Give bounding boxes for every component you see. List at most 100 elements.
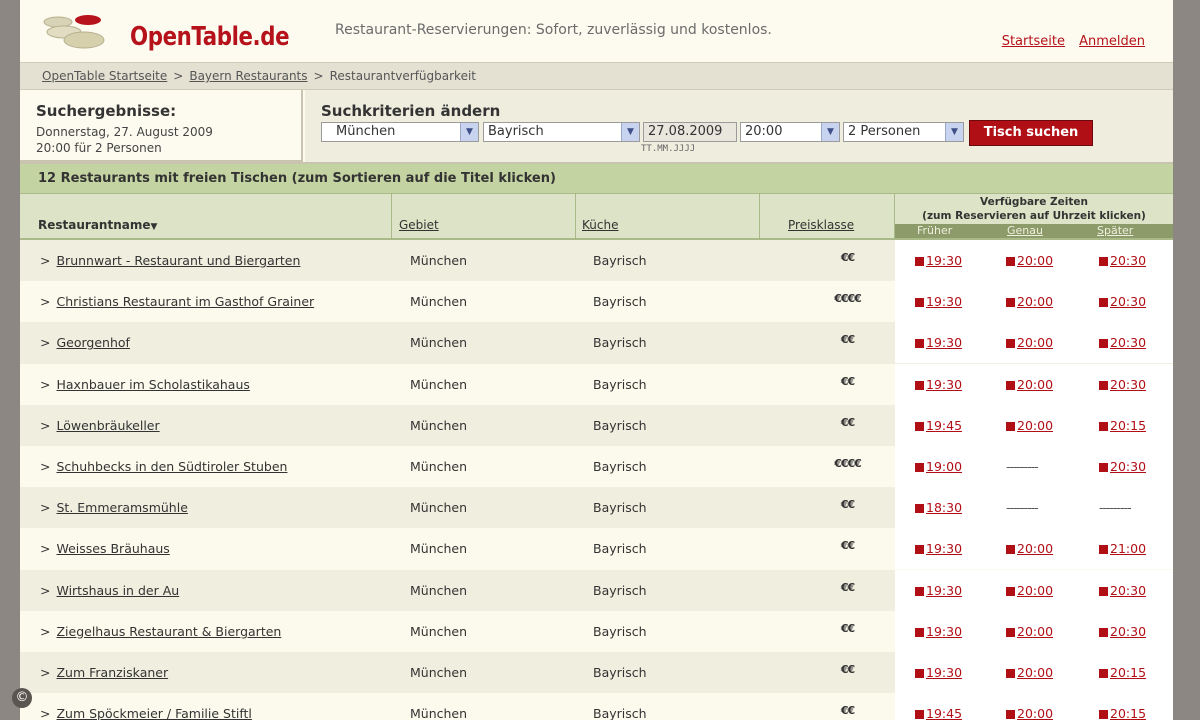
time-exact[interactable]: 20:00 — [1006, 335, 1053, 350]
reserve-time-link[interactable]: 20:30 — [1110, 583, 1146, 598]
link-anmelden[interactable]: Anmelden — [1079, 34, 1145, 49]
restaurant-link[interactable]: Löwenbräukeller — [56, 418, 159, 433]
reserve-time-link[interactable]: 19:30 — [926, 583, 962, 598]
reserve-time-link[interactable]: 20:30 — [1110, 459, 1146, 474]
city-select[interactable]: München ▼ — [321, 122, 479, 142]
reserve-time-link[interactable]: 20:15 — [1110, 665, 1146, 680]
criteria-title: Suchkriterien ändern — [321, 102, 501, 120]
restaurant-link[interactable]: Georgenhof — [56, 335, 129, 350]
results-count: 12 Restaurants mit freien Tischen (zum S… — [20, 164, 1173, 194]
time-earlier[interactable]: 19:30 — [915, 541, 962, 556]
restaurant-link[interactable]: Haxnbauer im Scholastikahaus — [56, 377, 249, 392]
column-later[interactable]: Später — [1097, 224, 1133, 237]
breadcrumb-region[interactable]: Bayern Restaurants — [189, 69, 307, 83]
reserve-time-link[interactable]: 19:00 — [926, 459, 962, 474]
time-earlier[interactable]: 19:00 — [915, 459, 962, 474]
opentable-logo[interactable]: OpenTable.de — [38, 8, 290, 52]
reserve-time-link[interactable]: 20:30 — [1110, 624, 1146, 639]
time-select[interactable]: 20:00 ▼ — [740, 122, 840, 142]
restaurant-link[interactable]: Brunnwart - Restaurant und Biergarten — [56, 253, 300, 268]
time-earlier[interactable]: 19:30 — [915, 665, 962, 680]
reserve-time-link[interactable]: 20:00 — [1017, 377, 1053, 392]
time-later[interactable]: 20:30 — [1099, 459, 1146, 474]
reserve-time-link[interactable]: 20:00 — [1017, 624, 1053, 639]
reserve-time-link[interactable]: 20:00 — [1017, 583, 1053, 598]
restaurant-link[interactable]: Ziegelhaus Restaurant & Biergarten — [56, 624, 281, 639]
time-later[interactable]: 20:30 — [1099, 294, 1146, 309]
people-select[interactable]: 2 Personen ▼ — [843, 122, 964, 142]
date-input[interactable]: 27.08.2009 — [643, 122, 737, 142]
reserve-time-link[interactable]: 20:30 — [1110, 377, 1146, 392]
reserve-time-link[interactable]: 20:00 — [1017, 253, 1053, 268]
column-exact[interactable]: Genau — [1007, 224, 1043, 237]
area-cell: München — [410, 335, 468, 351]
time-exact[interactable]: 20:00 — [1006, 706, 1053, 720]
time-later[interactable]: 20:30 — [1099, 583, 1146, 598]
time-exact[interactable]: 20:00 — [1006, 541, 1053, 556]
reserve-time-link[interactable]: 20:00 — [1017, 665, 1053, 680]
restaurant-link[interactable]: Christians Restaurant im Gasthof Grainer — [56, 294, 314, 309]
time-later[interactable]: 20:30 — [1099, 335, 1146, 350]
link-startseite[interactable]: Startseite — [1002, 34, 1065, 49]
reserve-time-link[interactable]: 19:30 — [926, 377, 962, 392]
reserve-time-link[interactable]: 20:00 — [1017, 541, 1053, 556]
time-exact[interactable]: 20:00 — [1006, 583, 1053, 598]
reserve-time-link[interactable]: 19:45 — [926, 706, 962, 720]
reserve-time-link[interactable]: 19:30 — [926, 541, 962, 556]
reserve-icon — [1006, 627, 1015, 637]
reserve-time-link[interactable]: 21:00 — [1110, 541, 1146, 556]
search-table-button[interactable]: Tisch suchen — [969, 120, 1093, 146]
reserve-time-link[interactable]: 20:30 — [1110, 335, 1146, 350]
time-later[interactable]: 20:15 — [1099, 706, 1146, 720]
time-exact[interactable]: 20:00 — [1006, 253, 1053, 268]
restaurant-link[interactable]: Schuhbecks in den Südtiroler Stuben — [56, 459, 287, 474]
time-earlier[interactable]: 19:30 — [915, 294, 962, 309]
reserve-time-link[interactable]: 20:00 — [1017, 706, 1053, 720]
time-earlier[interactable]: 19:30 — [915, 253, 962, 268]
time-later[interactable]: 20:30 — [1099, 624, 1146, 639]
time-earlier[interactable]: 19:30 — [915, 583, 962, 598]
time-later[interactable]: 20:30 — [1099, 253, 1146, 268]
reserve-time-link[interactable]: 20:00 — [1017, 294, 1053, 309]
reserve-time-link[interactable]: 20:15 — [1110, 706, 1146, 720]
time-earlier[interactable]: 19:30 — [915, 377, 962, 392]
reserve-time-link[interactable]: 19:30 — [926, 624, 962, 639]
reserve-time-link[interactable]: 20:15 — [1110, 418, 1146, 433]
time-later[interactable]: 20:30 — [1099, 377, 1146, 392]
column-price[interactable]: Preisklasse — [760, 194, 895, 238]
restaurant-link[interactable]: St. Emmeramsmühle — [56, 500, 187, 515]
restaurant-link[interactable]: Zum Spöckmeier / Familie Stiftl — [56, 706, 251, 720]
column-kitchen[interactable]: Küche — [576, 194, 760, 238]
time-earlier[interactable]: 18:30 — [915, 500, 962, 515]
reserve-time-link[interactable]: 20:30 — [1110, 294, 1146, 309]
restaurant-link[interactable]: Wirtshaus in der Au — [56, 583, 179, 598]
time-exact[interactable]: 20:00 — [1006, 418, 1053, 433]
reserve-time-link[interactable]: 20:00 — [1017, 335, 1053, 350]
reserve-time-link[interactable]: 20:30 — [1110, 253, 1146, 268]
reserve-time-link[interactable]: 20:00 — [1017, 418, 1053, 433]
time-exact[interactable]: 20:00 — [1006, 294, 1053, 309]
time-earlier[interactable]: 19:45 — [915, 418, 962, 433]
time-exact[interactable]: 20:00 — [1006, 624, 1053, 639]
breadcrumb-home[interactable]: OpenTable Startseite — [42, 69, 167, 83]
time-earlier[interactable]: 19:30 — [915, 624, 962, 639]
time-exact[interactable]: 20:00 — [1006, 377, 1053, 392]
time-exact[interactable]: 20:00 — [1006, 665, 1053, 680]
reserve-time-link[interactable]: 19:30 — [926, 253, 962, 268]
reserve-time-link[interactable]: 19:30 — [926, 665, 962, 680]
table-row: > Zum Spöckmeier / Familie Stiftl München… — [20, 693, 1173, 720]
restaurant-link[interactable]: Weisses Bräuhaus — [56, 541, 169, 556]
column-area[interactable]: Gebiet — [392, 194, 576, 238]
reserve-time-link[interactable]: 18:30 — [926, 500, 962, 515]
time-later[interactable]: 20:15 — [1099, 418, 1146, 433]
reserve-time-link[interactable]: 19:30 — [926, 294, 962, 309]
cuisine-select[interactable]: Bayrisch ▼ — [483, 122, 640, 142]
time-earlier[interactable]: 19:45 — [915, 706, 962, 720]
column-name[interactable]: Restaurantname▼ — [20, 194, 392, 238]
reserve-time-link[interactable]: 19:45 — [926, 418, 962, 433]
restaurant-link[interactable]: Zum Franziskaner — [56, 665, 168, 680]
reserve-time-link[interactable]: 19:30 — [926, 335, 962, 350]
time-earlier[interactable]: 19:30 — [915, 335, 962, 350]
time-later[interactable]: 20:15 — [1099, 665, 1146, 680]
time-later[interactable]: 21:00 — [1099, 541, 1146, 556]
